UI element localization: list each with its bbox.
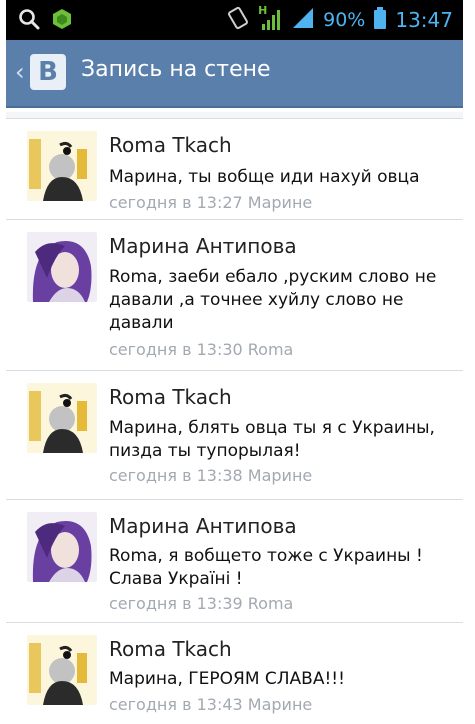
app-header: ‹ B Запись на стене xyxy=(6,40,463,108)
comment-text: Марина, ты вобще иди нахуй овца xyxy=(109,167,420,187)
avatar[interactable] xyxy=(27,635,97,705)
comment-text: Roma, заеби ебало ,руским слово не давал… xyxy=(109,267,437,333)
comment-text: Марина, ГЕРОЯМ СЛАВА!!! xyxy=(109,669,345,689)
comment-author[interactable]: Марина Антипова xyxy=(109,514,297,538)
page-title: Запись на стене xyxy=(81,57,271,82)
comment-item[interactable]: Roma Tkach Марина, ГЕРОЯМ СЛАВА!!! сегод… xyxy=(6,623,463,724)
comment-meta: сегодня в 13:39 Roma xyxy=(109,594,294,613)
comment-text: Roma, я вобщето тоже с Украины !Слава Ук… xyxy=(109,546,423,589)
clock: 13:47 xyxy=(395,8,453,32)
chevron-left-icon[interactable]: ‹ xyxy=(15,58,25,86)
comment-author[interactable]: Roma Tkach xyxy=(109,133,232,157)
signal-strength-icon xyxy=(291,6,315,34)
comment-meta: сегодня в 13:38 Марине xyxy=(109,466,313,485)
avatar[interactable] xyxy=(27,383,97,453)
signal-icon: H xyxy=(257,4,283,33)
search-icon xyxy=(18,8,40,34)
app-frame: H 90% 13:47 ‹ B Запись на стене Roma Tka… xyxy=(6,0,463,724)
battery-icon xyxy=(373,6,387,34)
comment-item[interactable]: Марина Антипова Roma, я вобщето тоже с У… xyxy=(6,500,463,623)
avatar[interactable] xyxy=(27,131,97,201)
logo-letter: B xyxy=(38,57,58,87)
comment-author[interactable]: Марина Антипова xyxy=(109,234,297,258)
status-bar: H 90% 13:47 xyxy=(6,0,463,40)
comment-text: Марина, блять овца ты я с Украины, пизда… xyxy=(109,418,435,461)
avatar[interactable] xyxy=(27,232,97,302)
comment-meta: сегодня в 13:30 Roma xyxy=(109,340,294,359)
rotation-lock-icon xyxy=(227,6,249,34)
vk-logo[interactable]: B xyxy=(30,54,66,90)
divider xyxy=(6,112,463,119)
comment-item[interactable]: Roma Tkach Марина, блять овца ты я с Укр… xyxy=(6,371,463,500)
comment-item[interactable]: Roma Tkach Марина, ты вобще иди нахуй ов… xyxy=(6,119,463,220)
comment-author[interactable]: Roma Tkach xyxy=(109,385,232,409)
app-notification-icon xyxy=(52,8,72,34)
comment-meta: сегодня в 13:27 Марине xyxy=(109,193,313,212)
comments-feed: Roma Tkach Марина, ты вобще иди нахуй ов… xyxy=(6,112,463,724)
battery-percent: 90% xyxy=(323,9,366,31)
comment-author[interactable]: Roma Tkach xyxy=(109,637,232,661)
comment-meta: сегодня в 13:43 Марине xyxy=(109,695,313,714)
comment-item[interactable]: Марина Антипова Roma, заеби ебало ,руски… xyxy=(6,220,463,371)
avatar[interactable] xyxy=(27,512,97,582)
